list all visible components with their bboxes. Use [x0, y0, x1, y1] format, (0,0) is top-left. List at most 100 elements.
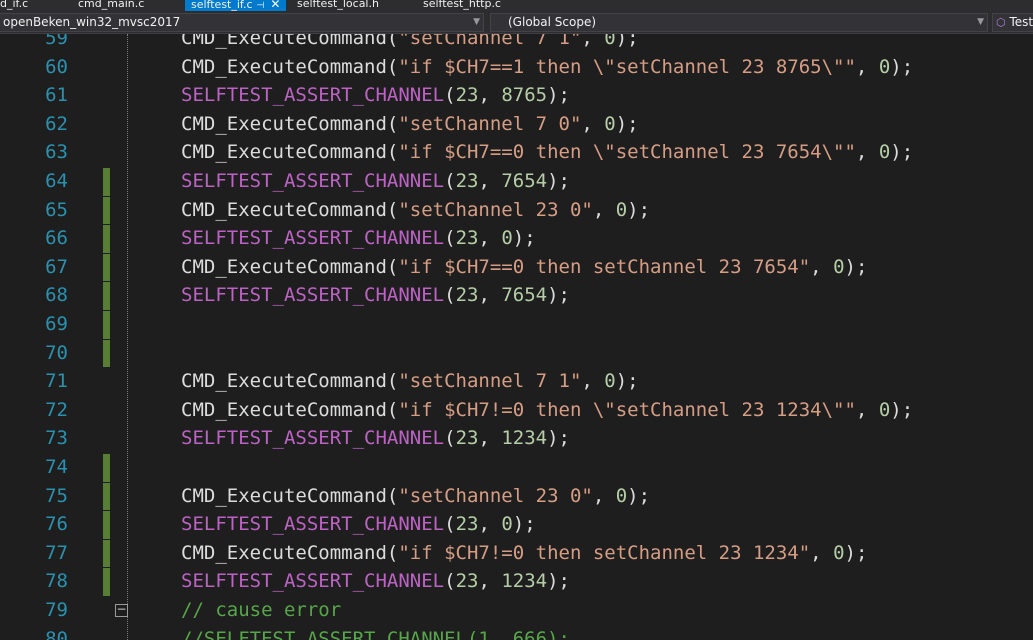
code-line[interactable]: CMD_ExecuteCommand("setChannel 23 0", 0)…: [181, 482, 650, 511]
line-number: 74: [45, 456, 68, 478]
punctuation-token: ,: [478, 513, 502, 536]
pin-icon[interactable]: ⊣: [257, 1, 265, 11]
number-token: 0: [604, 34, 616, 49]
line-number: 60: [45, 55, 68, 78]
number-token: 0: [615, 198, 628, 221]
number-token: 1234: [501, 427, 548, 450]
punctuation-token: ,: [592, 198, 616, 221]
tab-selftest-local[interactable]: selftest_local.h: [297, 0, 379, 11]
change-indicator: [103, 454, 110, 482]
tab-cmd-main[interactable]: cmd_main.c: [78, 0, 144, 11]
line-number: 65: [45, 198, 68, 221]
punctuation-token: (: [386, 55, 399, 78]
string-token: "setChannel 23 0": [398, 484, 593, 507]
code-line[interactable]: CMD_ExecuteCommand("if $CH7==0 then setC…: [181, 253, 867, 282]
punctuation-token: ,: [810, 541, 834, 564]
code-editor[interactable]: 59 60 61 62 63 64 65 66 67 68 69 70 71 72 73 74 75 76 77 78…: [0, 34, 1033, 640]
project-dropdown-value: openBeken_win32_mvsc2017: [3, 15, 181, 29]
change-indicator: [103, 311, 110, 339]
code-line[interactable]: CMD_ExecuteCommand("setChannel 7 1", 0);: [181, 367, 639, 396]
number-token: 23: [455, 227, 479, 250]
number-token: 0: [878, 55, 891, 78]
number-token: 0: [604, 370, 616, 393]
punctuation-token: ,: [581, 34, 605, 49]
punctuation-token: (: [386, 198, 399, 221]
code-line[interactable]: CMD_ExecuteCommand("setChannel 7 0", 0);: [181, 110, 639, 139]
tab-selftest-if[interactable]: selftest_if.c ⊣ ✕: [185, 0, 287, 11]
member-dropdown[interactable]: ⬡ Testy: [992, 13, 1033, 32]
project-dropdown[interactable]: openBeken_win32_mvsc2017 ▼: [0, 13, 484, 32]
punctuation-token: );: [547, 284, 570, 307]
code-line[interactable]: CMD_ExecuteCommand("if $CH7!=0 then \"se…: [181, 396, 913, 425]
punctuation-token: ,: [478, 284, 502, 307]
macro-token: SELFTEST_ASSERT_CHANNEL: [181, 170, 445, 192]
code-line[interactable]: SELFTEST_ASSERT_CHANNEL(23, 0);: [181, 510, 536, 539]
code-line[interactable]: CMD_ExecuteCommand("if $CH7==0 then \"se…: [181, 138, 913, 167]
number-token: 23: [455, 170, 479, 192]
function-token: CMD_ExecuteCommand: [181, 112, 387, 135]
comment-token: //SELFTEST_ASSERT_CHANNEL(1, 666);: [181, 627, 570, 640]
number-token: 1234: [501, 570, 548, 593]
punctuation-token: );: [512, 227, 536, 250]
punctuation-token: );: [615, 112, 639, 135]
chevron-down-icon: ▼: [473, 17, 480, 27]
string-token: "if $CH7==0 then setChannel 23 7654": [398, 255, 811, 278]
line-number: 77: [45, 541, 68, 564]
code-line[interactable]: SELFTEST_ASSERT_CHANNEL(23, 1234);: [181, 424, 570, 453]
punctuation-token: );: [890, 398, 914, 421]
macro-token: SELFTEST_ASSERT_CHANNEL: [181, 84, 445, 107]
punctuation-token: ,: [592, 484, 616, 507]
code-line[interactable]: SELFTEST_ASSERT_CHANNEL(23, 7654);: [181, 167, 570, 196]
punctuation-token: ,: [478, 570, 502, 593]
punctuation-token: ,: [810, 255, 834, 278]
punctuation-token: (: [444, 227, 456, 250]
code-line[interactable]: CMD_ExecuteCommand("if $CH7!=0 then setC…: [181, 539, 867, 568]
number-token: 0: [501, 227, 513, 250]
function-token: CMD_ExecuteCommand: [181, 541, 387, 564]
number-token: 23: [455, 570, 479, 593]
tab-label: selftest_http.c: [423, 0, 501, 10]
punctuation-token: (: [386, 255, 399, 278]
scope-dropdown[interactable]: (Global Scope) ▼: [490, 13, 988, 32]
change-indicator: [103, 339, 110, 368]
code-line[interactable]: SELFTEST_ASSERT_CHANNEL(23, 7654);: [181, 281, 570, 310]
document-tab-bar: d_if.c cmd_main.c selftest_if.c ⊣ ✕ selfte…: [0, 0, 1033, 11]
tab-label: selftest_if.c: [191, 0, 253, 11]
number-token: 0: [604, 112, 616, 135]
number-token: 8765: [501, 84, 548, 107]
punctuation-token: );: [615, 34, 639, 49]
line-number: 76: [45, 513, 68, 536]
punctuation-token: (: [444, 570, 456, 593]
code-line[interactable]: SELFTEST_ASSERT_CHANNEL(23, 8765);: [181, 81, 570, 110]
code-line[interactable]: SELFTEST_ASSERT_CHANNEL(23, 0);: [181, 224, 536, 253]
punctuation-token: (: [386, 141, 399, 164]
punctuation-token: (: [444, 170, 456, 192]
string-token: "setChannel 23 0": [398, 198, 593, 221]
change-indicator: [103, 196, 110, 225]
code-line[interactable]: // cause error: [181, 596, 341, 625]
code-line[interactable]: CMD_ExecuteCommand("setChannel 23 0", 0)…: [181, 196, 650, 225]
punctuation-token: );: [890, 55, 914, 78]
string-token: "if $CH7!=0 then setChannel 23 1234": [398, 541, 811, 564]
punctuation-token: );: [844, 255, 868, 278]
code-line[interactable]: //SELFTEST_ASSERT_CHANNEL(1, 666);: [181, 625, 570, 640]
tab-d-if[interactable]: d_if.c: [0, 0, 28, 11]
code-line[interactable]: CMD_ExecuteCommand("setChannel 7 1", 0);: [181, 34, 639, 53]
punctuation-token: ,: [855, 398, 879, 421]
change-indicator: [103, 253, 110, 282]
code-line[interactable]: SELFTEST_ASSERT_CHANNEL(23, 1234);: [181, 567, 570, 596]
punctuation-token: (: [444, 513, 456, 536]
line-number: 71: [45, 370, 68, 393]
code-line[interactable]: CMD_ExecuteCommand("if $CH7==1 then \"se…: [181, 53, 913, 82]
collapse-icon[interactable]: −: [115, 603, 128, 617]
number-token: 0: [615, 484, 628, 507]
change-indicator: [103, 282, 110, 310]
macro-token: SELFTEST_ASSERT_CHANNEL: [181, 427, 445, 450]
close-icon[interactable]: ✕: [270, 0, 280, 11]
line-number: 78: [45, 570, 68, 593]
punctuation-token: (: [386, 112, 399, 135]
tab-selftest-http[interactable]: selftest_http.c: [423, 0, 501, 11]
punctuation-token: );: [547, 84, 570, 107]
number-token: 23: [455, 427, 479, 450]
line-number: 72: [45, 398, 68, 421]
